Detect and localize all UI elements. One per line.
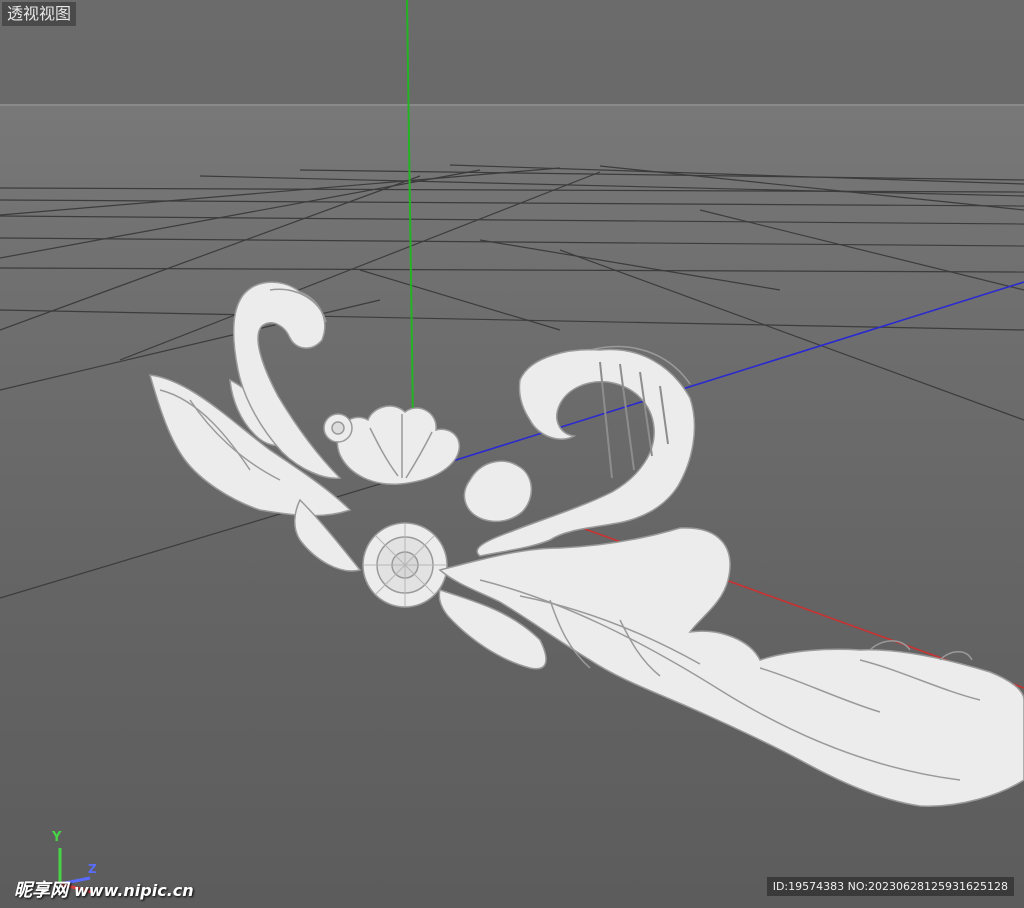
watermark: 昵享网 www.nipic.cn	[14, 876, 194, 902]
carved-ornament-model[interactable]	[148, 281, 1024, 807]
gizmo-z-label: Z	[88, 862, 97, 876]
scene-canvas[interactable]	[0, 0, 1024, 908]
watermark-brand: 昵享网	[14, 880, 68, 901]
gizmo-y-label: Y	[52, 830, 62, 845]
viewport-label: 透视视图	[2, 2, 77, 26]
watermark-site: www.nipic.cn	[74, 881, 194, 900]
perspective-viewport[interactable]: 透视视图 Y Z 昵享网 www.nipic.cn ID:19574383 NO:…	[0, 0, 1024, 908]
y-axis-line	[406, 0, 414, 421]
image-id-badge: ID:19574383 NO:20230628125931625128	[766, 877, 1014, 896]
